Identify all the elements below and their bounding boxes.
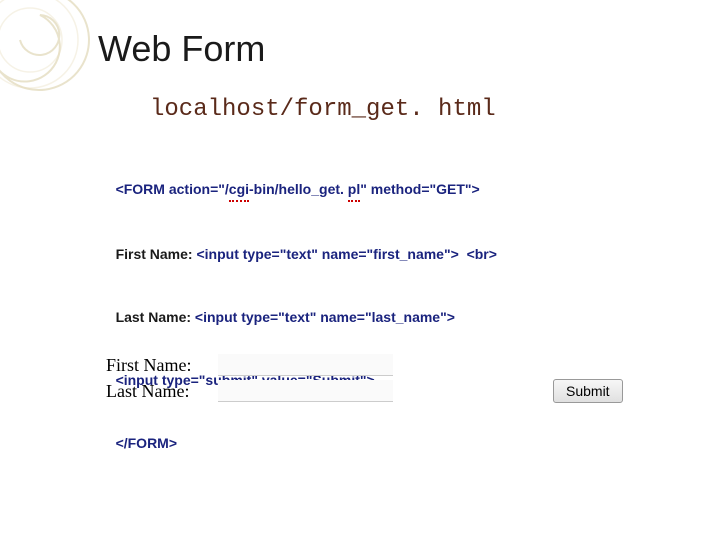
page-title: Web Form [98,28,265,70]
first-name-label: First Name: [106,355,218,376]
code-last-label: Last Name: [116,309,195,325]
decoration-swirl [0,0,110,120]
rendered-form: First Name: Last Name: Submit [106,354,623,403]
last-name-label: Last Name: [106,381,218,402]
code-block: <FORM action="/cgi-bin/hello_get. pl" me… [100,158,497,475]
file-path: localhost/form_get. html [150,96,496,123]
last-name-input[interactable] [218,380,393,402]
code-input-first: <input type="text" name="first_name"> <b… [196,246,496,262]
code-first-label: First Name: [116,246,197,262]
code-input-last: <input type="text" name="last_name"> [195,309,455,325]
first-name-input[interactable] [218,354,393,376]
code-form-open: <FORM [116,181,169,197]
submit-button[interactable]: Submit [553,379,623,403]
code-form-close: </FORM> [116,435,177,451]
